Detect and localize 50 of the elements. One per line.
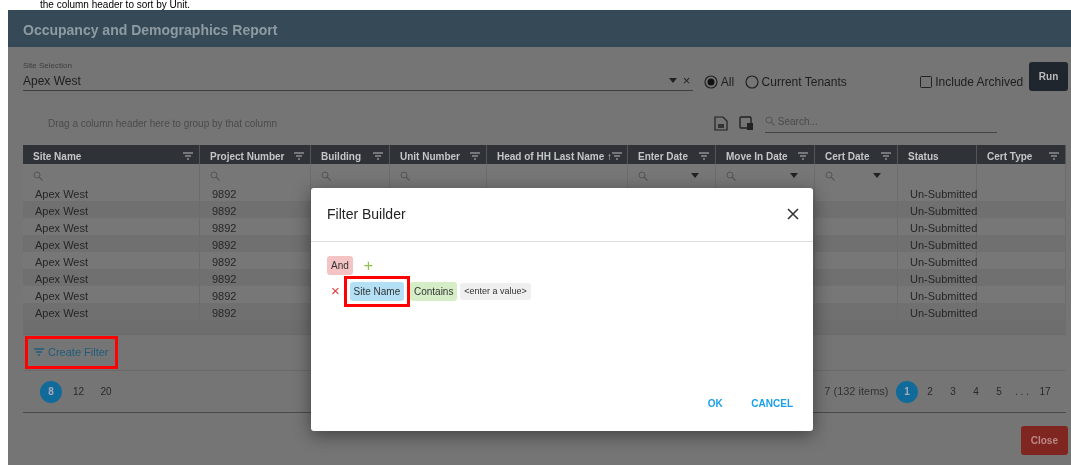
table-cell: Un-Submitted [898, 269, 977, 286]
page-button[interactable]: . . . [1011, 380, 1033, 403]
table-cell: Apex West [23, 269, 200, 286]
column-header[interactable]: Cert Date [815, 145, 898, 164]
run-button[interactable]: Run [1028, 62, 1069, 91]
cancel-button[interactable]: CANCEL [745, 392, 799, 415]
column-header[interactable]: Unit Number [390, 145, 487, 164]
column-header[interactable]: Status [898, 145, 977, 164]
checkbox-label: Include Archived [935, 74, 1024, 91]
table-cell: Apex West [23, 201, 200, 218]
dialog-title: Filter Builder [327, 205, 406, 224]
column-header[interactable]: Enter Date [628, 145, 716, 164]
window-title: Occupancy and Demographics Report [23, 22, 278, 38]
caption-text: the column header to sort by Unit. [39, 0, 192, 10]
group-operator[interactable]: And [327, 256, 353, 275]
radio-label: Current Tenants [761, 74, 847, 91]
clear-button[interactable]: × [682, 74, 691, 88]
column-header[interactable]: Site Name [23, 145, 200, 164]
page-size-option[interactable]: 12 [67, 380, 90, 403]
table-cell: Un-Submitted [898, 201, 977, 218]
table-cell: 9892 [200, 201, 311, 218]
radio-label: All [720, 74, 735, 91]
column-header[interactable]: Building [311, 145, 390, 164]
page-button[interactable]: 5 [988, 380, 1010, 403]
page-size-option[interactable]: 8 [40, 380, 62, 403]
column-header[interactable]: Project Number [200, 145, 311, 164]
page-button[interactable]: 2 [919, 380, 941, 403]
table-cell: 9892 [200, 303, 311, 320]
page-button[interactable]: 17 [1034, 380, 1056, 403]
table-cell: Un-Submitted [898, 303, 977, 320]
page-button[interactable]: 1 [896, 380, 918, 403]
page-button[interactable]: 3 [942, 380, 964, 403]
table-cell: Apex West [23, 235, 200, 252]
operation-chip[interactable]: Contains [409, 282, 458, 301]
add-condition-button[interactable]: + [363, 257, 374, 274]
table-cell: Apex West [23, 303, 200, 320]
field-value: Apex West [23, 73, 82, 90]
table-cell: Un-Submitted [898, 235, 977, 252]
table-cell: 9892 [200, 269, 311, 286]
close-button[interactable]: Close [1020, 426, 1068, 455]
page-size-option[interactable]: 20 [95, 380, 117, 403]
column-header[interactable]: Move In Date [716, 145, 815, 164]
page-button[interactable]: 4 [965, 380, 987, 403]
column-header[interactable]: Head of HH Last Name ↑ [487, 145, 628, 164]
field-chip[interactable]: Site Name [349, 282, 405, 301]
column-header[interactable]: Cert Type [977, 145, 1066, 164]
remove-condition-button[interactable]: × [327, 280, 344, 303]
table-cell: 9892 [200, 235, 311, 252]
value-field[interactable]: <enter a value> [460, 282, 531, 301]
ok-button[interactable]: OK [701, 392, 729, 415]
